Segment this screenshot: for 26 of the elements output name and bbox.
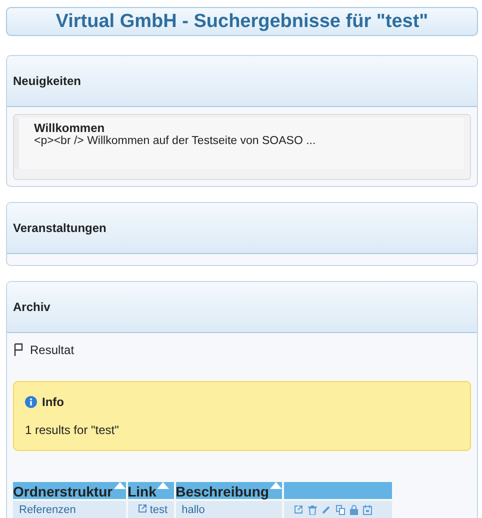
- external-link-icon: [138, 504, 147, 513]
- panel-title: Veranstaltungen: [13, 221, 106, 235]
- info-title: Info: [42, 395, 64, 409]
- news-excerpt: <p><br /> Willkommen auf der Testseite von SOASO ...: [34, 135, 317, 147]
- news-title[interactable]: Willkommen: [34, 121, 454, 135]
- info-message: 1 results for "test": [25, 423, 120, 437]
- trash-icon[interactable]: [308, 504, 317, 515]
- copy-icon[interactable]: [336, 504, 345, 515]
- lock-icon[interactable]: [350, 504, 358, 515]
- panel-title: Archiv: [13, 300, 50, 314]
- sort-triangle-icon[interactable]: [157, 482, 170, 489]
- column-header[interactable]: Beschreibung: [176, 482, 282, 500]
- column-header[interactable]: Ordnerstruktur: [13, 482, 126, 500]
- sort-triangle-icon[interactable]: [270, 482, 282, 489]
- folder-link[interactable]: Referenzen: [19, 504, 76, 516]
- pencil-icon[interactable]: [322, 505, 331, 514]
- external-link-icon[interactable]: [294, 505, 303, 514]
- description-text: hallo: [182, 504, 205, 516]
- calendar-icon[interactable]: [362, 504, 372, 515]
- page-title: Virtual GmbH - Suchergebnisse für "test": [56, 10, 428, 32]
- panel-title: Neuigkeiten: [13, 74, 82, 88]
- flag-icon: [13, 343, 23, 357]
- result-label: Resultat: [30, 343, 74, 357]
- column-header[interactable]: Link: [128, 482, 174, 500]
- info-icon: [25, 396, 37, 408]
- sort-triangle-icon[interactable]: [114, 482, 126, 489]
